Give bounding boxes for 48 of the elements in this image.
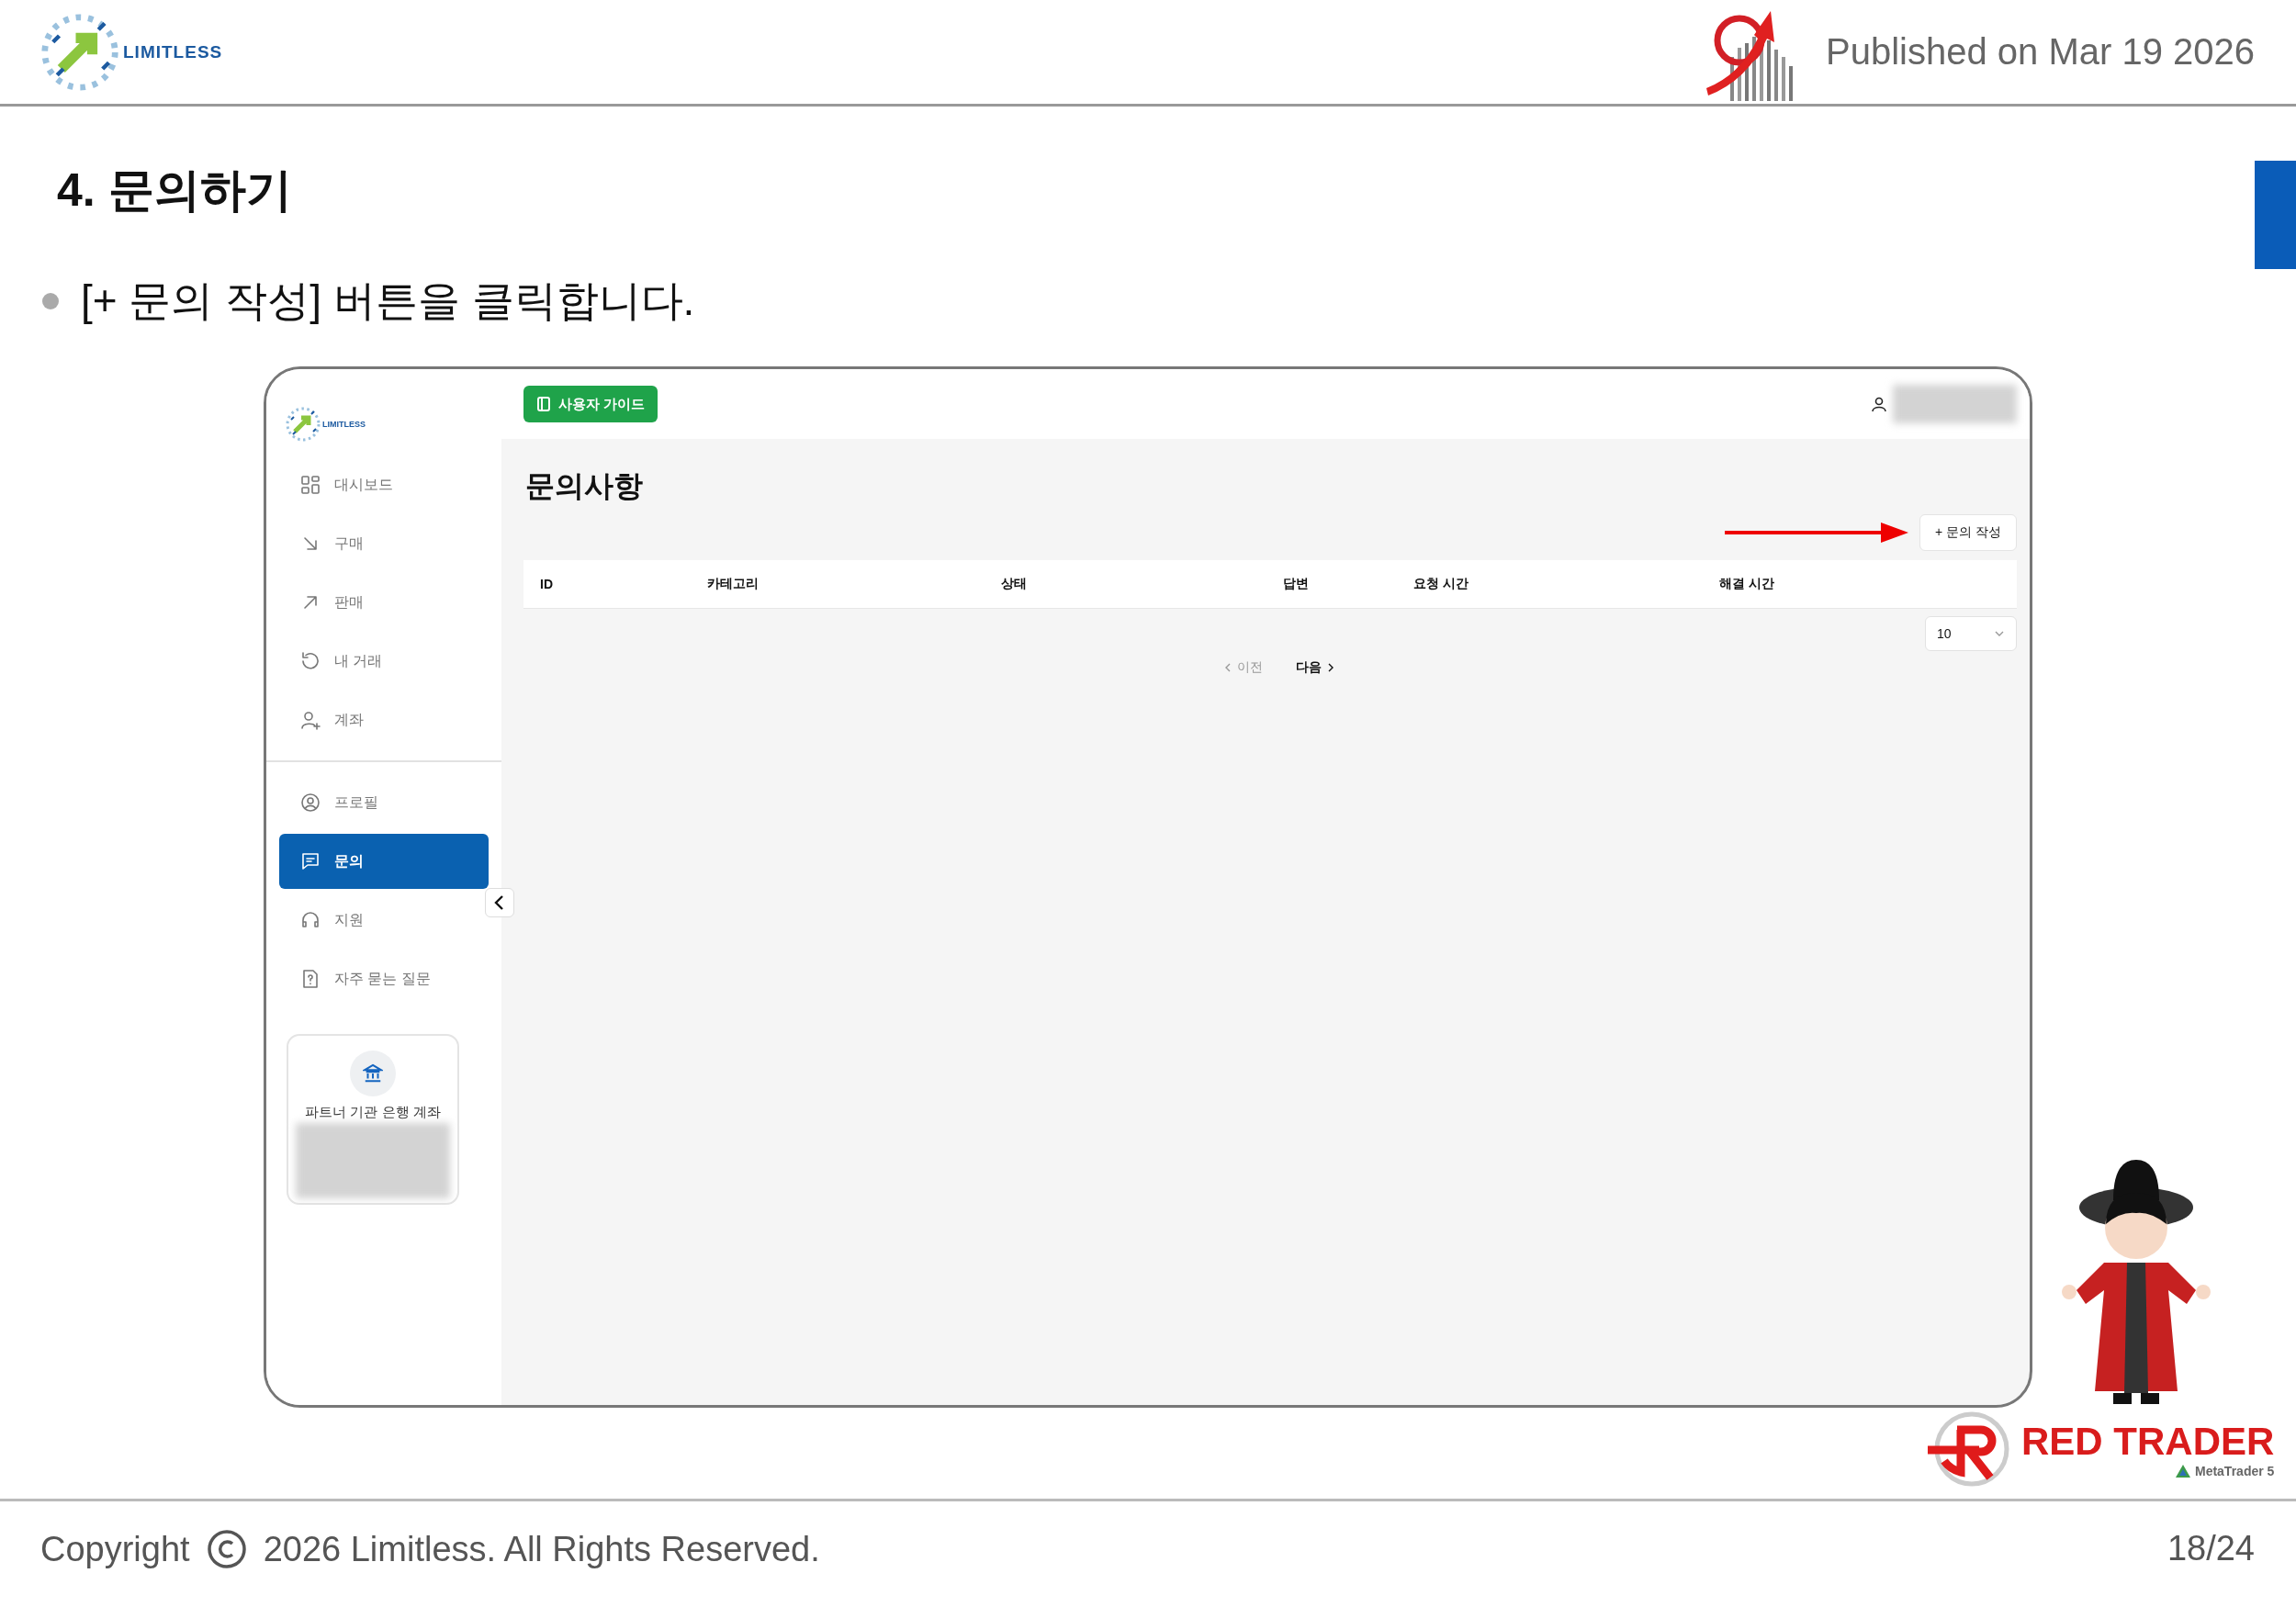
bullet-dot (42, 293, 59, 309)
platform-logo-icon (2174, 1464, 2191, 1478)
profile-icon (299, 792, 321, 814)
copyright-icon (206, 1529, 247, 1569)
chevron-left-icon (1224, 662, 1232, 673)
sidebar-item[interactable]: 자주 묻는 질문 (279, 951, 489, 1006)
column-header: 카테고리 (706, 576, 760, 592)
copyright-text: Copyright (40, 1529, 190, 1569)
sidebar-item[interactable]: 문의 (279, 834, 489, 889)
slide-title: 4. 문의하기 (57, 163, 292, 218)
user-add-icon (299, 709, 321, 731)
dashboard-icon (299, 474, 321, 496)
logo-text: LIMITLESS (322, 420, 366, 429)
platform-name: MetaTrader 5 (2194, 1464, 2275, 1478)
page-number: 18/24 (2167, 1529, 2255, 1568)
copyright-text: 2026 Limitless. All Rights Reserved. (263, 1529, 820, 1569)
column-header: 답변 (1282, 576, 1310, 592)
sidebar-item[interactable]: 판매 (279, 575, 489, 630)
book-icon (536, 396, 551, 412)
write-inquiry-button[interactable]: + 문의 작성 (1919, 514, 2017, 551)
sidebar-item[interactable]: 계좌 (279, 692, 489, 747)
page-size-select[interactable]: 10 (1925, 616, 2017, 651)
logo-icon (285, 406, 321, 443)
column-header: 상태 (1000, 576, 1028, 592)
brand-name: RED TRADER (2021, 1420, 2275, 1464)
column-header: ID (539, 577, 554, 591)
user-guide-button[interactable]: 사용자 가이드 (523, 386, 658, 422)
bullet-text: [+ 문의 작성] 버튼을 클릭합니다. (81, 275, 695, 326)
bank-icon (363, 1063, 383, 1084)
pagination-button[interactable]: 다음 (1290, 658, 1340, 677)
chevron-left-icon (493, 894, 506, 911)
chevron-down-icon (1994, 630, 2005, 637)
card-title: 파트너 기관 은행 계좌 (305, 1104, 441, 1121)
column-header: 요청 시간 (1412, 576, 1469, 592)
history-icon (299, 650, 321, 672)
sidebar-item[interactable]: 구매 (279, 516, 489, 571)
user-icon (1871, 396, 1887, 412)
collapse-button[interactable] (485, 888, 514, 917)
chevron-right-icon (1327, 662, 1334, 673)
sidebar-item[interactable]: 내 거래 (279, 634, 489, 689)
sidebar-item[interactable]: 프로필 (279, 775, 489, 830)
published-date: Published on Mar 19 2026 (1826, 31, 2255, 73)
page-title: 문의사항 (525, 468, 644, 504)
column-header: 해결 시간 (1718, 576, 1775, 592)
logo-text: LIMITLESS (123, 41, 223, 62)
sidebar-item[interactable]: 지원 (279, 893, 489, 948)
message-icon (299, 850, 321, 872)
sidebar-item[interactable]: 대시보드 (279, 457, 489, 512)
